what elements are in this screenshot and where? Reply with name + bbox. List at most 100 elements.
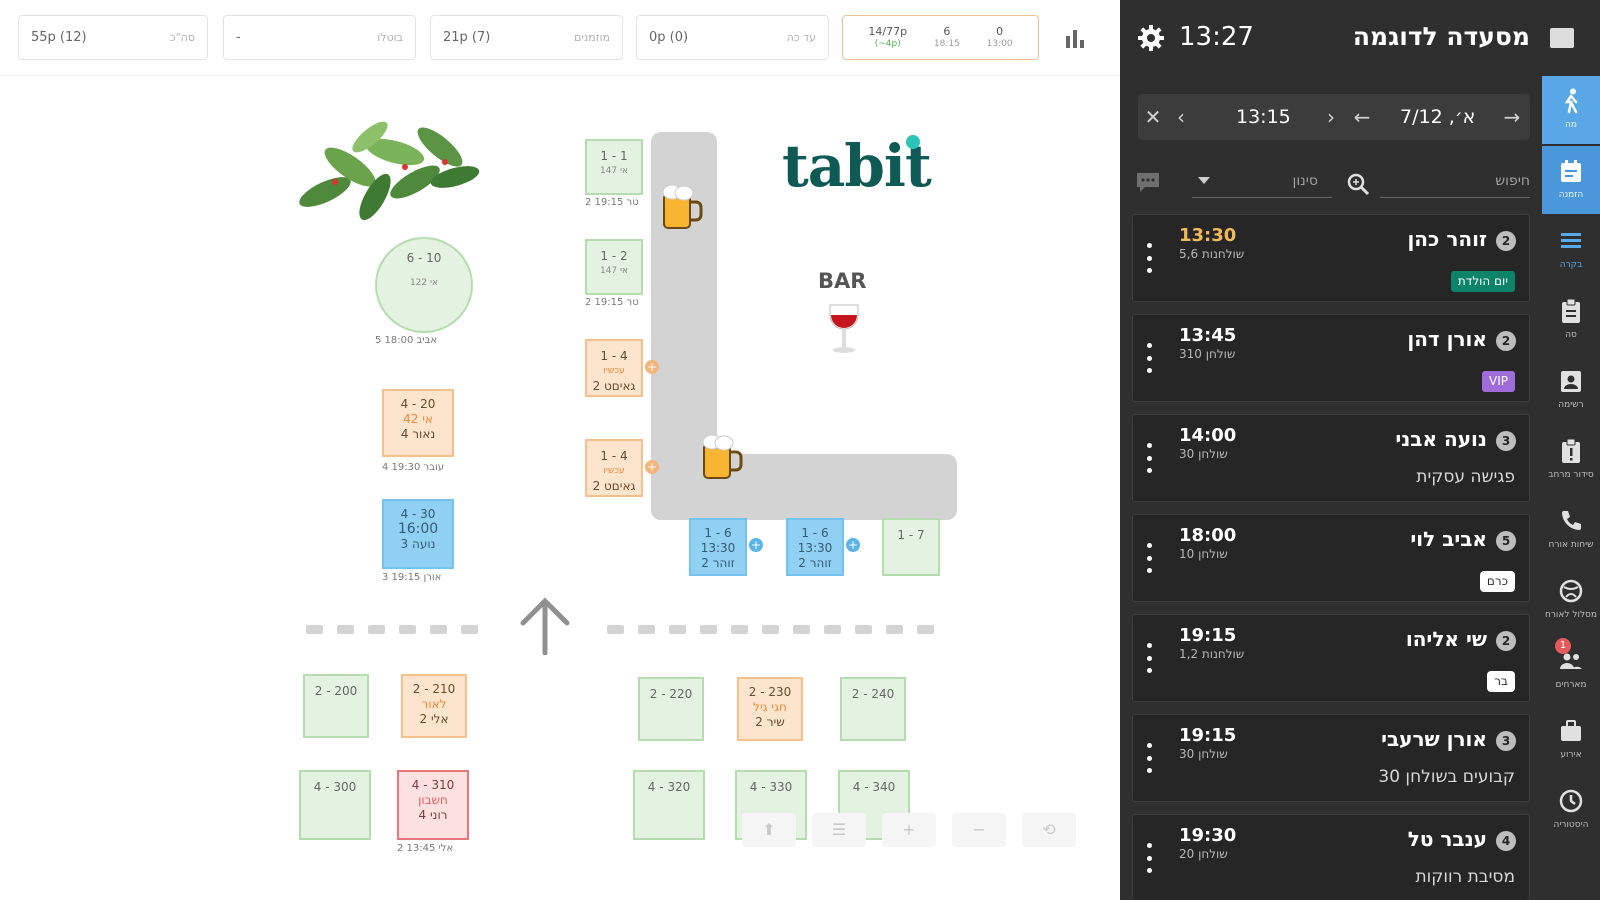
table-2-220[interactable]: 2 - 220 (638, 677, 704, 741)
tab-guest-route[interactable]: מסלול לאורח (1542, 566, 1600, 634)
more-options-icon[interactable] (1147, 243, 1153, 273)
tab-clipboard[interactable]: סה (1542, 286, 1600, 354)
selected-time[interactable]: 13:15 (1236, 94, 1291, 140)
table-1-4[interactable]: 1 - 4 עכשיו 2 גאיםט (585, 339, 643, 397)
filter-select[interactable]: סינון (1192, 164, 1332, 198)
stat-booked[interactable]: 21p (7) מוזמנים (430, 15, 623, 60)
next-day-button[interactable]: → (1498, 94, 1526, 140)
tab-calls[interactable]: שיחות אורח (1542, 496, 1600, 564)
occupancy-now-sub: 13:00 (986, 38, 1013, 49)
stat-occupancy[interactable]: 14/77p (~4p) 6 18:15 0 13:00 (842, 15, 1039, 60)
add-to-table-button[interactable]: + (749, 538, 763, 552)
map-list-button[interactable]: ☰ (812, 813, 866, 847)
reservation-table: שולחן 20 (1179, 847, 1228, 861)
table-1-1[interactable]: 1 - 1 147 אי (585, 139, 643, 195)
reservation-note: פגישה עסקית (1416, 467, 1515, 487)
clear-time-button[interactable]: ✕ (1140, 94, 1166, 140)
bar-chart-icon[interactable] (1066, 28, 1086, 48)
chat-icon[interactable] (1134, 170, 1162, 194)
zoom-in-button[interactable]: + (882, 813, 936, 847)
prev-day-button[interactable]: ← (1348, 94, 1376, 140)
add-to-table-button[interactable]: + (846, 538, 860, 552)
tab-list[interactable]: רשימה (1542, 356, 1600, 424)
reservation-card[interactable]: 19:30 שולחן 20 4 ענבר טל מסיבת רווקות (1132, 814, 1530, 900)
table-status: אי 42 (403, 412, 433, 426)
tab-arrangement[interactable]: סידור מרחב (1542, 426, 1600, 494)
reset-view-button[interactable]: ⟲ (1022, 813, 1076, 847)
table-2-200[interactable]: 2 - 200 (303, 674, 369, 738)
table-number: 2 - 200 (314, 684, 358, 698)
table-meta: 147 אי (599, 166, 629, 176)
table-4-20[interactable]: 4 - 20 אי 42 4 נאור (382, 389, 454, 457)
search-input[interactable] (1380, 164, 1530, 198)
briefcase-icon (1561, 720, 1581, 741)
stat-total-value: 55p (12) (31, 30, 87, 45)
reservation-guest-name: שי אליהו (1405, 627, 1487, 651)
logo-dot (906, 135, 920, 149)
more-options-icon[interactable] (1147, 543, 1153, 573)
table-1-4[interactable]: 1 - 4 עכשיו 2 גאיםט (585, 439, 643, 497)
occupancy-next-value: 6 (943, 24, 951, 38)
search-icon[interactable] (1346, 172, 1370, 196)
table-4-320[interactable]: 4 - 320 (633, 770, 705, 840)
map-up-button[interactable]: ⬆ (742, 813, 796, 847)
reservation-card[interactable]: 14:00 שולחן 30 3 נועה אבני פגישה עסקית (1132, 414, 1530, 502)
table-2-230[interactable]: 2 - 230 חגי גיל 2 שיר (737, 677, 803, 741)
panel-header: 13:27 מסעדה לדוגמה (1120, 0, 1600, 76)
table-number: 1 - 6 (801, 526, 829, 540)
table-4-300[interactable]: 4 - 300 (299, 770, 371, 840)
reservation-card[interactable]: 13:30 שולחנות 5,6 2 זוהר כהן יום הולדת (1132, 214, 1530, 302)
table-4-310[interactable]: 4 - 310 חשבון 4 רוני (397, 770, 469, 840)
tab-event[interactable]: אירוע (1542, 706, 1600, 774)
table-number: 1 - 2 (600, 249, 628, 263)
beer-mug-icon (702, 434, 743, 479)
more-options-icon[interactable] (1147, 343, 1153, 373)
menu-icon[interactable] (1550, 28, 1574, 48)
tab-label: היסטוריה (1553, 820, 1589, 830)
prev-time-button[interactable]: ‹ (1170, 94, 1192, 140)
more-options-icon[interactable] (1147, 643, 1153, 673)
table-number: 6 - 10 (406, 251, 442, 265)
reservation-card[interactable]: 13:45 שולחן 310 2 אורן דהן VIP (1132, 314, 1530, 402)
add-to-table-button[interactable]: + (645, 360, 659, 374)
zoom-out-button[interactable]: − (952, 813, 1006, 847)
selected-date[interactable]: א׳, 7/12 (1400, 94, 1475, 140)
stat-total[interactable]: 55p (12) סה"כ (18, 15, 208, 60)
tab-hosts[interactable]: מארחים (1542, 636, 1600, 704)
table-1-6[interactable]: 1 - 6 13:30 2 זוהר (786, 518, 844, 576)
table-1-2[interactable]: 1 - 2 147 אי (585, 239, 643, 295)
occupancy-next-sub: 18:15 (933, 38, 960, 49)
table-next-reservation: 5 18:00 אביב (375, 335, 438, 346)
stat-so-far[interactable]: 0p (0) עד כה (636, 15, 829, 60)
reservation-tag: בר (1487, 671, 1515, 692)
table-1-7[interactable]: 1 - 7 (882, 518, 940, 576)
stats-bar: 55p (12) סה"כ - בוטלו 21p (7) מוזמנים 0p… (0, 0, 1120, 76)
table-status: לאור (421, 697, 447, 711)
reservation-card[interactable]: 19:15 שולחן 30 3 אורן שרעבי קבועים בשולח… (1132, 714, 1530, 802)
more-options-icon[interactable] (1147, 843, 1153, 873)
table-next-reservation: 2 טר 19:15 (585, 197, 639, 208)
more-options-icon[interactable] (1147, 743, 1153, 773)
table-number: 1 - 4 (600, 349, 628, 363)
gear-icon[interactable] (1137, 24, 1165, 52)
reservation-table: שולחן 310 (1179, 347, 1236, 361)
tab-reservation[interactable]: הזמנה (1542, 146, 1600, 214)
tab-history[interactable]: היסטוריה (1542, 776, 1600, 844)
reservation-card[interactable]: 18:00 שולחן 10 5 אביב לוי כרם (1132, 514, 1530, 602)
tab-label: אירוע (1560, 750, 1582, 760)
beer-mug-icon (662, 184, 703, 229)
add-to-table-button[interactable]: + (645, 460, 659, 474)
more-options-icon[interactable] (1147, 443, 1153, 473)
next-time-button[interactable]: › (1320, 94, 1342, 140)
tab-label: סה (1565, 330, 1577, 340)
table-6-10[interactable]: 6 - 10 122 אי (375, 237, 473, 333)
table-4-30[interactable]: 4 - 30 16:00 3 נועה (382, 499, 454, 569)
table-1-6[interactable]: 1 - 6 13:30 2 זוהר (689, 518, 747, 576)
table-2-240[interactable]: 2 - 240 (840, 677, 906, 741)
reservation-time: 13:30 (1179, 225, 1237, 246)
tab-control[interactable]: בקרה (1542, 216, 1600, 284)
stat-cancelled[interactable]: - בוטלו (223, 15, 416, 60)
table-2-210[interactable]: 2 - 210 לאור 2 אלי (401, 674, 467, 738)
tab-walk-in[interactable]: מה (1542, 76, 1600, 144)
reservation-card[interactable]: 19:15 שולחנות 1,2 2 שי אליהו בר (1132, 614, 1530, 702)
